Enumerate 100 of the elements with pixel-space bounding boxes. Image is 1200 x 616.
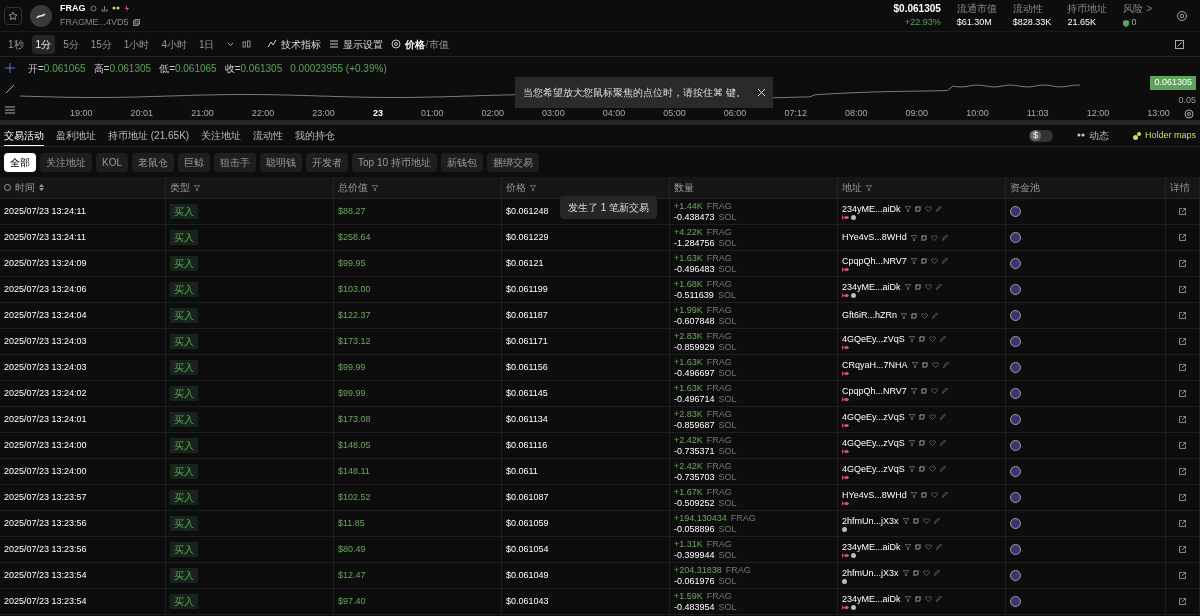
- filter-chip[interactable]: 巨鲸: [178, 152, 210, 172]
- pool-icon[interactable]: [1010, 596, 1021, 607]
- filter-chip[interactable]: Top 10 持币地址: [352, 152, 437, 172]
- candle-icon[interactable]: [241, 39, 251, 49]
- filter-icon[interactable]: [908, 336, 915, 342]
- pool-icon[interactable]: [1010, 388, 1021, 399]
- interval-tab[interactable]: 5分: [59, 34, 83, 54]
- tab[interactable]: 我的持仓: [295, 125, 336, 146]
- external-link-icon[interactable]: [1179, 442, 1186, 449]
- copy-icon[interactable]: [920, 492, 927, 498]
- wallet-address[interactable]: CpqpQh...NRV7: [842, 255, 907, 267]
- filter-chip[interactable]: 关注地址: [40, 152, 92, 172]
- price-mode-tab[interactable]: 市值: [429, 36, 450, 52]
- filter-chip[interactable]: 新钱包: [440, 152, 483, 172]
- filter-icon[interactable]: [908, 414, 915, 420]
- wallet-address[interactable]: 2hfmUn...jX3x: [842, 567, 899, 579]
- pencil-icon[interactable]: [932, 312, 938, 319]
- heart-icon[interactable]: [924, 544, 932, 550]
- currency-toggle[interactable]: $: [1028, 129, 1053, 142]
- pencil-icon[interactable]: [941, 492, 948, 498]
- pencil-icon[interactable]: [939, 466, 946, 472]
- filter-icon[interactable]: [372, 184, 378, 191]
- heart-icon[interactable]: [931, 362, 939, 368]
- copy-icon[interactable]: [921, 362, 928, 368]
- wallet-address[interactable]: 2hfmUn...jX3x: [842, 515, 899, 527]
- pool-icon[interactable]: [1010, 414, 1021, 425]
- external-link-icon[interactable]: [1179, 572, 1186, 579]
- interval-tab[interactable]: 15分: [86, 34, 116, 54]
- pool-icon[interactable]: [1010, 466, 1021, 477]
- copy-icon[interactable]: [911, 312, 917, 319]
- external-link-icon[interactable]: [1179, 520, 1186, 527]
- filter-chip[interactable]: 老鼠仓: [132, 152, 174, 172]
- filter-icon[interactable]: [911, 362, 918, 368]
- pencil-icon[interactable]: [939, 414, 946, 420]
- pool-icon[interactable]: [1010, 232, 1021, 243]
- close-icon[interactable]: [757, 89, 765, 96]
- wallet-address[interactable]: CpqpQh...NRV7: [842, 385, 907, 397]
- sort-icon[interactable]: [39, 184, 44, 191]
- toolbar-button[interactable]: 显示设置: [328, 36, 383, 52]
- pool-icon[interactable]: [1010, 206, 1021, 217]
- interval-tab[interactable]: 1秒: [4, 34, 28, 54]
- external-link-icon[interactable]: [1179, 208, 1186, 215]
- copy-icon[interactable]: [920, 258, 927, 264]
- pool-icon[interactable]: [1010, 362, 1021, 373]
- pool-icon[interactable]: [1010, 492, 1021, 503]
- filter-icon[interactable]: [910, 258, 917, 264]
- settings-icon[interactable]: [1184, 109, 1194, 119]
- filter-icon[interactable]: [902, 570, 909, 576]
- heart-icon[interactable]: [924, 206, 932, 212]
- pool-icon[interactable]: [1010, 570, 1021, 581]
- tab[interactable]: 交易活动: [4, 125, 44, 146]
- wallet-address[interactable]: 234yME...aiDk: [842, 281, 901, 293]
- toolbar-button[interactable]: 技术指标: [266, 36, 321, 52]
- pencil-icon[interactable]: [941, 234, 948, 241]
- tab[interactable]: 盈利地址: [56, 125, 96, 146]
- copy-icon[interactable]: [914, 544, 921, 550]
- filter-icon[interactable]: [901, 312, 907, 319]
- activity-button[interactable]: 动态: [1076, 128, 1109, 143]
- pool-icon[interactable]: [1010, 284, 1021, 295]
- copy-icon[interactable]: [920, 388, 927, 394]
- menu-icon[interactable]: [5, 104, 15, 115]
- filter-icon[interactable]: [908, 440, 915, 446]
- filter-icon[interactable]: [866, 184, 872, 191]
- pencil-icon[interactable]: [935, 284, 942, 290]
- filter-chip[interactable]: 狙击手: [214, 152, 256, 172]
- heart-icon[interactable]: [922, 518, 930, 524]
- pencil-icon[interactable]: [941, 388, 948, 394]
- copy-icon[interactable]: [918, 466, 925, 472]
- external-link-icon[interactable]: [1179, 312, 1186, 319]
- external-link-icon[interactable]: [1179, 494, 1186, 501]
- tab[interactable]: 持币地址 (21.65K): [108, 125, 190, 146]
- fullscreen-icon[interactable]: [1175, 39, 1184, 49]
- wallet-address[interactable]: 4GQeEy...zVqS: [842, 463, 905, 475]
- pencil-icon[interactable]: [935, 544, 942, 550]
- filter-icon[interactable]: [194, 184, 200, 191]
- wallet-address[interactable]: 234yME...aiDk: [842, 593, 901, 605]
- price-mode-tab[interactable]: 价格: [404, 36, 425, 52]
- heart-icon[interactable]: [928, 466, 936, 472]
- external-link-icon[interactable]: [1179, 260, 1186, 267]
- filter-icon[interactable]: [904, 596, 911, 602]
- filter-icon[interactable]: [910, 388, 917, 394]
- interval-tab[interactable]: 1小时: [119, 34, 154, 54]
- external-link-icon[interactable]: [1179, 598, 1186, 605]
- filter-chip[interactable]: KOL: [96, 152, 128, 172]
- filter-icon[interactable]: [530, 184, 536, 191]
- pool-icon[interactable]: [1010, 518, 1021, 529]
- heart-icon[interactable]: [930, 388, 938, 394]
- heart-icon[interactable]: [921, 312, 928, 319]
- heart-icon[interactable]: [930, 492, 938, 498]
- copy-icon[interactable]: [914, 284, 921, 290]
- external-link-icon[interactable]: [1179, 338, 1186, 345]
- filter-icon[interactable]: [904, 284, 911, 290]
- pool-icon[interactable]: [1010, 440, 1021, 451]
- wallet-address[interactable]: 234yME...aiDk: [842, 203, 901, 215]
- heart-icon[interactable]: [928, 336, 936, 342]
- wallet-address[interactable]: HYe4vS...8WHd: [842, 232, 907, 243]
- filter-chip[interactable]: 开发者: [306, 152, 348, 172]
- filter-icon[interactable]: [908, 466, 915, 472]
- heart-icon[interactable]: [924, 284, 932, 290]
- filter-icon[interactable]: [902, 518, 909, 524]
